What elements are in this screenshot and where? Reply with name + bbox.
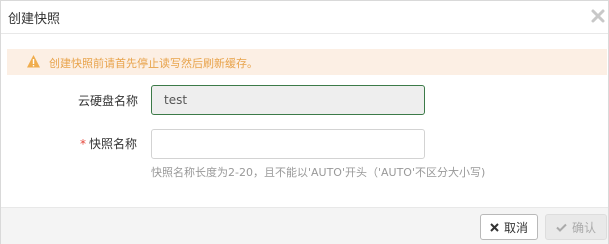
x-icon — [490, 222, 499, 232]
close-icon[interactable] — [590, 8, 606, 24]
dialog-footer: 取消 确认 — [1, 207, 608, 244]
snapshot-name-hint: 快照名称长度为2-20，且不能以'AUTO'开头（'AUTO'不区分大小写) — [151, 166, 486, 179]
create-snapshot-dialog: 创建快照 创建快照前请首先停止读写然后刷新缓存。 云硬盘名称 *快照名称 快照名… — [0, 0, 609, 244]
confirm-button[interactable]: 确认 — [545, 214, 607, 240]
confirm-button-label: 确认 — [571, 220, 596, 235]
disk-name-label: 云硬盘名称 — [78, 94, 139, 108]
check-icon — [556, 223, 567, 232]
snapshot-name-label: * 快照名称 — [80, 135, 137, 152]
dialog-header: 创建快照 — [1, 1, 608, 34]
warning-banner: 创建快照前请首先停止读写然后刷新缓存。 — [7, 49, 607, 75]
snapshot-name-label-text: 快照名称 — [89, 137, 138, 151]
disk-name-input — [151, 85, 425, 115]
warning-text: 创建快照前请首先停止读写然后刷新缓存。 — [49, 57, 258, 70]
snapshot-name-input[interactable] — [151, 129, 425, 159]
cancel-button-label: 取消 — [503, 220, 528, 235]
cancel-button[interactable]: 取消 — [480, 214, 538, 240]
warning-triangle-icon — [26, 54, 41, 69]
dialog-title: 创建快照 — [8, 12, 61, 27]
required-mark: * — [80, 137, 86, 151]
